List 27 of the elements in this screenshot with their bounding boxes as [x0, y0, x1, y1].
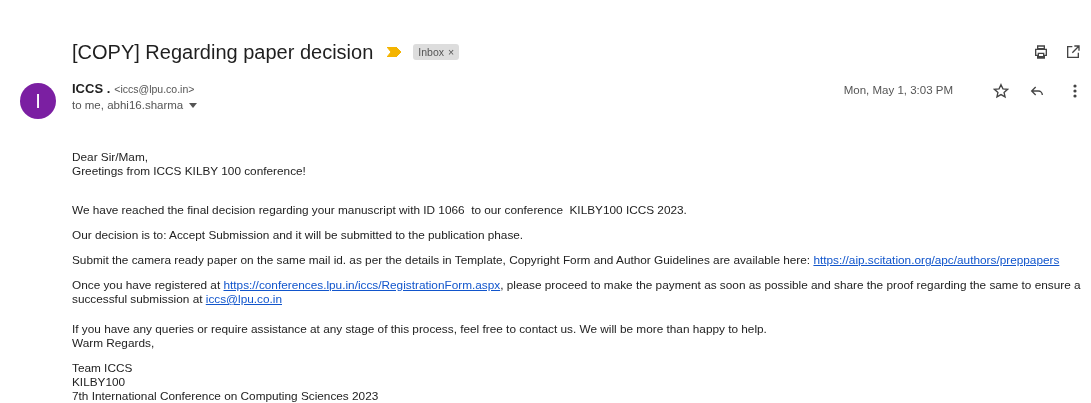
- body-text: We have reached the final decision regarding your manuscript with ID 1066 to our conference KILBY100 ICCS 2023.: [72, 203, 688, 217]
- body-text: KILBY100: [72, 375, 127, 389]
- body-text: Our decision is to: Accept Submission and it will be submitted to the publication phase.: [72, 228, 525, 242]
- body-text: Team ICCS: [72, 361, 134, 375]
- inbox-label: Inbox ×: [413, 44, 460, 60]
- email-subject: [COPY] Regarding paper decision: [72, 40, 374, 64]
- body-text: Submit the camera ready paper on the same mail id. as per the details in Template, Copyright Form and Author Guidelines are available here: https://aip.scitation.org/apc/authors/preppapers: [72, 253, 1061, 267]
- star-icon[interactable]: [993, 83, 1009, 99]
- body-text: Greetings from ICCS KILBY 100 conference!: [72, 164, 307, 178]
- dropdown-caret-icon[interactable]: [189, 102, 198, 108]
- importance-marker-icon[interactable]: [387, 47, 402, 57]
- new-window-icon[interactable]: [1065, 44, 1081, 60]
- body-text: Dear Sir/Mam,: [72, 150, 150, 164]
- body-text: 7th International Conference on Computing Sciences 2023: [72, 389, 380, 403]
- body-text: Once you have registered at https://conferences.lpu.in/iccs/RegistrationForm.aspx, please proceed to make the payment as soon as possible and share the proof regarding the same to ensure a successful submission at iccs@lpu.co.in: [72, 278, 1082, 306]
- sender-name: ICCS .: [72, 81, 111, 96]
- sender-avatar: I: [20, 83, 56, 119]
- body-text: Warm Regards,: [72, 336, 156, 350]
- recipients: to me, abhi16.sharma: [72, 99, 184, 111]
- email-date: Mon, May 1, 3:03 PM: [843, 84, 953, 96]
- remove-label-button[interactable]: ×: [447, 46, 455, 58]
- sender-email: <iccs@lpu.co.in>: [114, 83, 195, 95]
- print-icon[interactable]: [1033, 44, 1049, 60]
- more-options-icon[interactable]: [1073, 84, 1077, 98]
- link[interactable]: iccs@lpu.co.in: [205, 292, 282, 306]
- body-text: If you have any queries or require assistance at any stage of this process, feel free to contact us. We will be more than happy to help.: [72, 322, 768, 336]
- link[interactable]: https://aip.scitation.org/apc/authors/preppapers: [813, 253, 1060, 267]
